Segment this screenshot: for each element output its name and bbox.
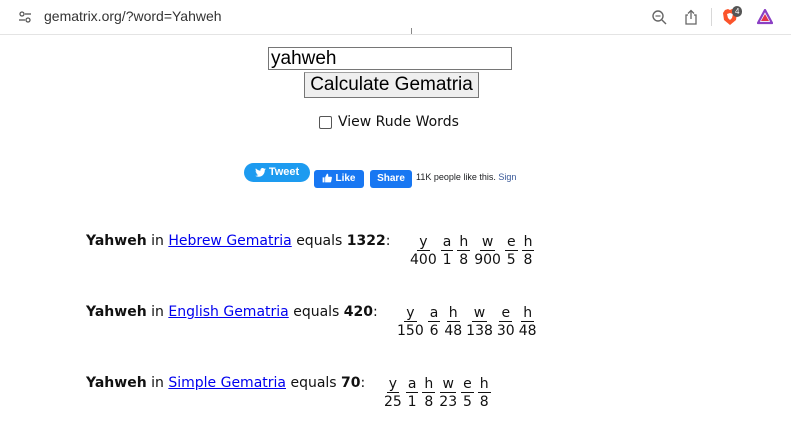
letter: a: [405, 376, 419, 393]
result-word: Yahweh: [86, 375, 147, 391]
letter: y: [417, 234, 430, 251]
hebrew-gematria-link[interactable]: Hebrew Gematria: [168, 233, 291, 249]
zoom-icon[interactable]: [651, 9, 667, 25]
letter-value: 30: [496, 323, 515, 339]
result-in: in: [151, 375, 164, 391]
browser-address-bar: gematrix.org/?word=Yahweh 4: [0, 0, 791, 35]
result-equals: equals: [296, 233, 343, 249]
result-word: Yahweh: [86, 304, 147, 320]
letter-value-pair: a1: [405, 376, 419, 411]
letter: w: [471, 305, 488, 322]
letter-value-pair: h8: [422, 376, 436, 411]
result-equals: equals: [290, 375, 337, 391]
result-equals: equals: [293, 304, 340, 320]
word-input[interactable]: [268, 47, 512, 70]
letter: h: [521, 234, 535, 251]
calculate-gematria-button[interactable]: Calculate Gematria: [304, 72, 479, 98]
letter-value: 1: [407, 394, 417, 410]
letter: h: [477, 376, 491, 393]
facebook-like-count: 11K people like this. Sign: [416, 172, 538, 187]
letter-value: 25: [384, 394, 402, 410]
hebrew-letter-breakdown: y 400 a 1 h 8 w 900 e 5 h 8: [410, 234, 538, 269]
letter: h: [457, 234, 471, 251]
rude-words-checkbox[interactable]: [319, 115, 332, 129]
letter-value-pair: h8: [521, 234, 535, 269]
letter-value-pair: e5: [504, 234, 518, 269]
letter: w: [440, 376, 456, 393]
letter-value: 8: [459, 252, 469, 268]
twitter-bird-icon: [254, 168, 266, 177]
result-simple: Yahweh in Simple Gematria equals 70:: [86, 375, 366, 391]
letter: y: [386, 376, 400, 393]
shields-count-badge: 4: [732, 6, 743, 17]
letter-value: 1: [442, 252, 452, 268]
letter: h: [446, 305, 460, 322]
like-label: Like: [335, 173, 356, 184]
result-hebrew: Yahweh in Hebrew Gematria equals 1322:: [86, 233, 391, 249]
letter-value: 8: [424, 394, 434, 410]
site-settings-icon[interactable]: [18, 10, 32, 24]
letter-value: 48: [518, 323, 537, 339]
letter-value: 48: [444, 323, 463, 339]
result-value: 70: [341, 375, 361, 391]
letter-value: 8: [479, 394, 489, 410]
share-icon[interactable]: [683, 9, 699, 25]
result-in: in: [151, 304, 164, 320]
url-text[interactable]: gematrix.org/?word=Yahweh: [44, 8, 222, 24]
letter-value-pair: w 138: [466, 305, 493, 340]
letter: y: [404, 305, 417, 322]
view-rude-words-option[interactable]: View Rude Words: [319, 114, 459, 130]
letter-value-pair: h 48: [519, 305, 537, 340]
letter-value-pair: h8: [477, 376, 491, 411]
letter-value-pair: a6: [427, 305, 441, 340]
letter-value: 23: [439, 394, 458, 410]
english-letter-breakdown: y 150 a 6 h 48 w 138 e 30 h 48: [397, 305, 541, 340]
english-gematria-link[interactable]: English Gematria: [168, 304, 288, 320]
tweet-button[interactable]: Tweet: [244, 163, 310, 182]
letter: e: [504, 234, 518, 251]
result-value: 1322: [346, 233, 386, 249]
letter: w: [479, 234, 496, 251]
letter: h: [422, 376, 436, 393]
letter-value-pair: e5: [461, 376, 474, 411]
letter-value: 8: [523, 252, 533, 268]
simple-letter-breakdown: y 25 a 1 h 8 w 23 e 5 h 8: [384, 376, 495, 411]
letter: e: [499, 305, 513, 322]
letter: a: [440, 234, 454, 251]
brave-rewards-icon[interactable]: [757, 9, 773, 25]
letter-value-pair: h8: [457, 234, 471, 269]
letter-value: 5: [462, 394, 472, 410]
toolbar-separator: [711, 8, 712, 26]
facebook-like-button[interactable]: Like: [314, 170, 364, 188]
letter-value: 138: [466, 323, 493, 339]
rude-words-label: View Rude Words: [338, 114, 459, 130]
result-word: Yahweh: [86, 233, 147, 249]
result-english: Yahweh in English Gematria equals 420:: [86, 304, 378, 320]
letter-value-pair: y 25: [384, 376, 402, 411]
facebook-signup-link[interactable]: Sign: [498, 172, 516, 182]
letter: a: [427, 305, 441, 322]
letter-value: 6: [429, 323, 439, 339]
letter-value-pair: a1: [440, 234, 454, 269]
thumbs-up-icon: [323, 173, 333, 183]
tweet-label: Tweet: [268, 166, 300, 178]
letter: h: [521, 305, 535, 322]
letter-value-pair: y 150: [397, 305, 424, 340]
result-in: in: [151, 233, 164, 249]
facebook-share-button[interactable]: Share: [370, 170, 412, 188]
letter-value: 150: [397, 323, 424, 339]
letter-value-pair: y 400: [410, 234, 437, 269]
result-value: 420: [343, 304, 374, 320]
letter-value: 900: [474, 252, 501, 268]
letter: e: [461, 376, 474, 393]
clipped-text-fragment: [411, 28, 416, 34]
letter-value-pair: h 48: [444, 305, 462, 340]
letter-value-pair: w 900: [474, 234, 501, 269]
letter-value: 400: [410, 252, 437, 268]
simple-gematria-link[interactable]: Simple Gematria: [168, 375, 286, 391]
letter-value: 5: [506, 252, 516, 268]
letter-value-pair: w 23: [439, 376, 457, 411]
like-count-text: 11K people like this.: [416, 172, 496, 182]
letter-value-pair: e 30: [497, 305, 515, 340]
